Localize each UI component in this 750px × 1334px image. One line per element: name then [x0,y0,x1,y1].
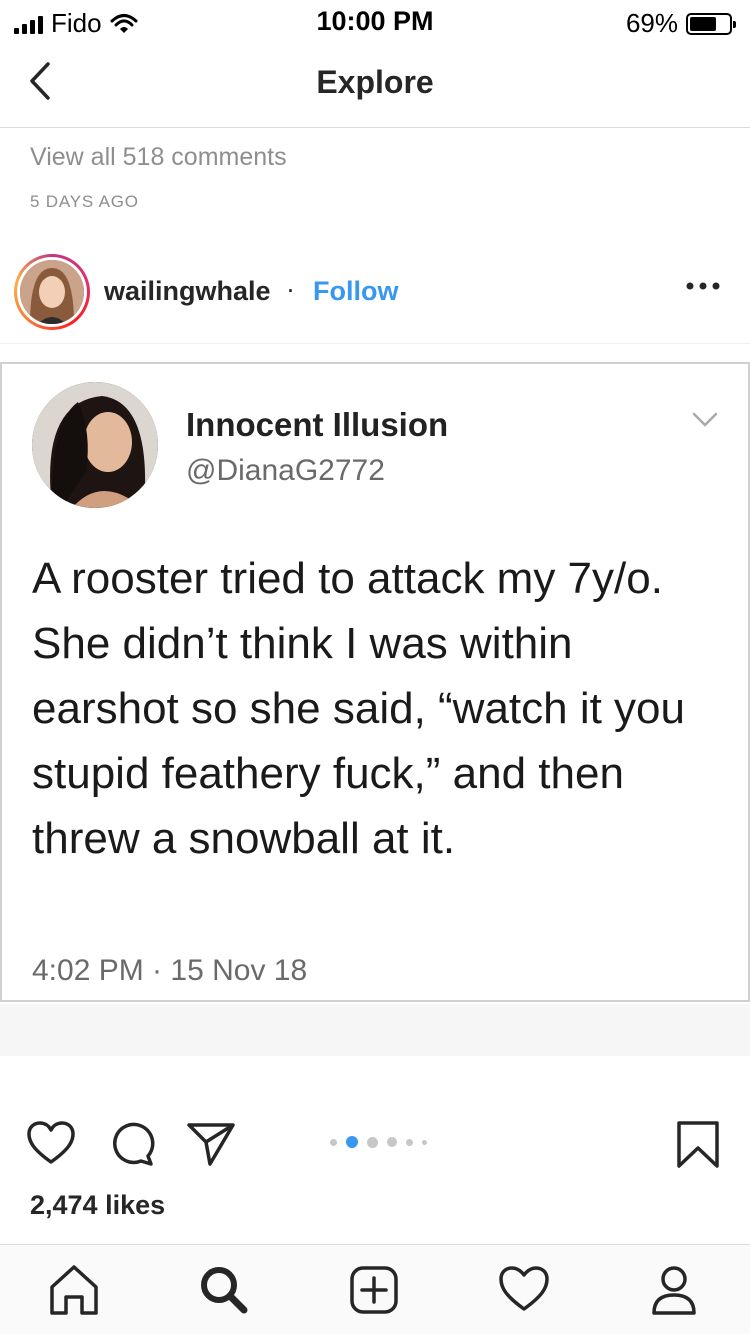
separator-dot: · [286,274,295,304]
carousel-dot [387,1137,397,1147]
bookmark-icon [677,1121,719,1168]
navigation-header: Explore [0,42,750,128]
post-header: wailingwhale · Follow [0,248,750,344]
tweet-author-name: Innocent Illusion [186,406,449,443]
carousel-dot [406,1138,413,1146]
like-button[interactable] [26,1120,76,1171]
home-icon [50,1265,98,1315]
tweet-timestamp: 4:02 PM · 15 Nov 18 [32,954,308,987]
avatar-portrait [20,260,84,324]
status-bar: Fido 10:00 PM 69% [0,0,750,40]
battery-icon [686,12,736,35]
tab-search[interactable] [196,1263,256,1319]
tab-activity[interactable] [496,1263,556,1319]
carousel-dot [346,1136,358,1148]
page-title: Explore [316,64,434,100]
ellipsis-icon [686,282,720,290]
tweet-author-handle: @DianaG2772 [186,454,385,487]
tab-home[interactable] [46,1263,106,1319]
avatar-image [20,260,84,324]
save-button[interactable] [676,1120,720,1175]
search-icon [201,1267,248,1314]
carousel-dot [367,1136,378,1148]
follow-button[interactable]: Follow [313,276,398,307]
comment-button[interactable] [108,1120,156,1173]
image-bottom-margin [0,1004,750,1056]
bottom-tab-bar [0,1244,750,1334]
profile-icon [652,1266,696,1315]
tab-new-post[interactable] [346,1263,406,1319]
like-count[interactable]: 2,474 likes [30,1190,165,1221]
battery-percent: 69% [625,8,678,38]
tweet-avatar-portrait [32,382,158,508]
more-options-button[interactable] [686,278,720,296]
post-age: 5 DAYS AGO [30,192,139,211]
battery-group: 69% [625,8,736,39]
tab-profile[interactable] [646,1263,706,1319]
tweet-avatar [32,382,158,508]
share-button[interactable] [186,1120,236,1173]
paper-plane-icon [187,1123,235,1166]
comment-icon [113,1122,155,1166]
post-username[interactable]: wailingwhale [104,276,271,307]
post-image[interactable]: Innocent Illusion @DianaG2772 A rooster … [0,362,750,1002]
carousel-dot [330,1138,337,1146]
tweet-text: A rooster tried to attack my 7y/o. She d… [32,554,685,863]
carousel-dot [422,1139,427,1145]
add-post-icon [350,1266,398,1314]
carousel-indicator [330,1136,427,1148]
heart-icon [27,1121,75,1164]
activity-heart-icon [499,1266,549,1311]
chevron-down-icon [692,412,718,433]
view-all-comments-link[interactable]: View all 518 comments [30,143,287,172]
avatar[interactable] [14,254,90,330]
